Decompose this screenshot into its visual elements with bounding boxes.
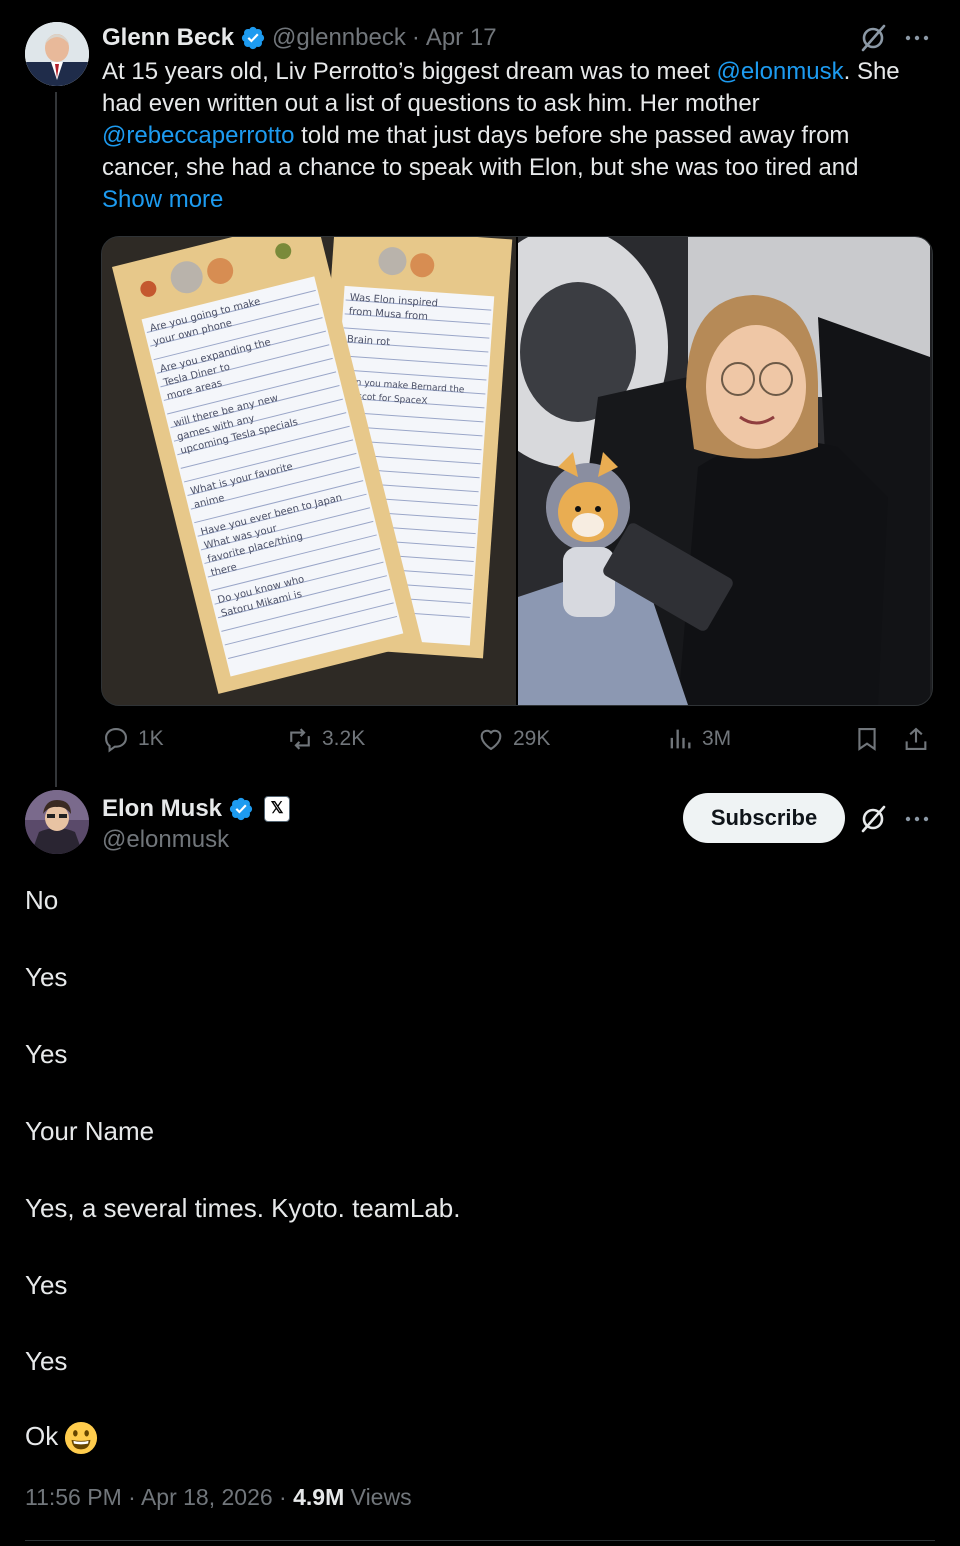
analytics-icon: [670, 729, 691, 749]
tweet-date[interactable]: Apr 17: [426, 24, 497, 52]
avatar-image: [25, 22, 89, 86]
repost-action[interactable]: 3.2K: [286, 723, 365, 755]
tweet-media[interactable]: Was Elon inspired from Musa from Brain r…: [101, 236, 933, 706]
x-affiliate-badge-icon[interactable]: 𝕏: [264, 796, 291, 822]
tweet-metadata: 11:56 PM · Apr 18, 2026 · 4.9M Views: [25, 1484, 412, 1511]
like-count: 29K: [513, 727, 551, 750]
reply-text-line: Yes: [25, 1270, 68, 1300]
reply-last-line: Ok: [25, 1421, 98, 1455]
view-count: 4.9M: [293, 1484, 345, 1510]
reply-text-line: Yes: [25, 1346, 68, 1376]
separator-dot: ·: [279, 1484, 287, 1510]
tweet-time[interactable]: 11:56 PM: [25, 1484, 122, 1510]
bookmark-icon[interactable]: [853, 725, 881, 753]
subscribe-button[interactable]: Subscribe: [683, 793, 845, 843]
reply-text-line: Your Name: [25, 1116, 155, 1146]
separator-dot: ·: [128, 1484, 136, 1510]
mention-link[interactable]: @rebeccaperrotto: [102, 122, 294, 149]
repost-icon: [290, 728, 310, 750]
tweet-text-segment: At 15 years old, Liv Perrotto’s biggest …: [102, 58, 717, 85]
author-handle[interactable]: @elonmusk: [102, 826, 229, 854]
reply-icon: [105, 728, 127, 753]
divider: [25, 1540, 935, 1541]
like-action[interactable]: 29K: [477, 723, 550, 755]
letters-photo[interactable]: Was Elon inspired from Musa from Brain r…: [102, 237, 516, 705]
more-options-icon[interactable]: [902, 23, 932, 53]
grok-icon[interactable]: [858, 23, 888, 53]
grinning-face-emoji-icon: [65, 1422, 98, 1455]
reply-tweet-header: Elon Musk 𝕏: [102, 792, 291, 826]
avatar[interactable]: [25, 790, 89, 854]
more-options-icon[interactable]: [902, 804, 932, 834]
avatar-image: [25, 790, 89, 854]
letters-illustration: Was Elon inspired from Musa from Brain r…: [102, 237, 516, 705]
thread-connector-line: [55, 92, 57, 787]
separator-dot: ·: [411, 24, 420, 51]
reply-text-line: Yes: [25, 962, 68, 992]
parent-tweet-header: Glenn Beck @glennbeck · Apr 17: [102, 20, 497, 56]
author-name[interactable]: Glenn Beck: [102, 24, 234, 52]
mention-link[interactable]: @elonmusk: [717, 58, 844, 85]
verified-badge-icon[interactable]: [228, 796, 254, 822]
reply-text-line: No: [25, 885, 59, 915]
view-count: 3M: [702, 727, 732, 750]
views-action[interactable]: 3M: [666, 723, 731, 755]
reply-text-line: Ok: [25, 1421, 59, 1451]
repost-count: 3.2K: [322, 727, 366, 750]
author-name[interactable]: Elon Musk: [102, 795, 222, 823]
reply-action[interactable]: 1K: [102, 723, 164, 755]
tweet-text: At 15 years old, Liv Perrotto’s biggest …: [102, 56, 922, 216]
verified-badge-icon[interactable]: [240, 25, 266, 51]
heart-icon: [480, 729, 502, 751]
views-label: Views: [350, 1484, 412, 1510]
girl-photo[interactable]: [518, 237, 932, 705]
reply-text-line: Yes: [25, 1039, 68, 1069]
avatar[interactable]: [25, 22, 89, 86]
grok-icon[interactable]: [858, 804, 888, 834]
tweet-date[interactable]: Apr 18, 2026: [141, 1484, 273, 1510]
show-more-link[interactable]: Show more: [102, 184, 922, 216]
author-handle[interactable]: @glennbeck: [272, 24, 406, 52]
reply-count: 1K: [138, 727, 164, 750]
reply-text-line: Yes, a several times. Kyoto. teamLab.: [25, 1193, 461, 1223]
share-icon[interactable]: [902, 725, 930, 753]
girl-photo-illustration: [518, 237, 930, 705]
